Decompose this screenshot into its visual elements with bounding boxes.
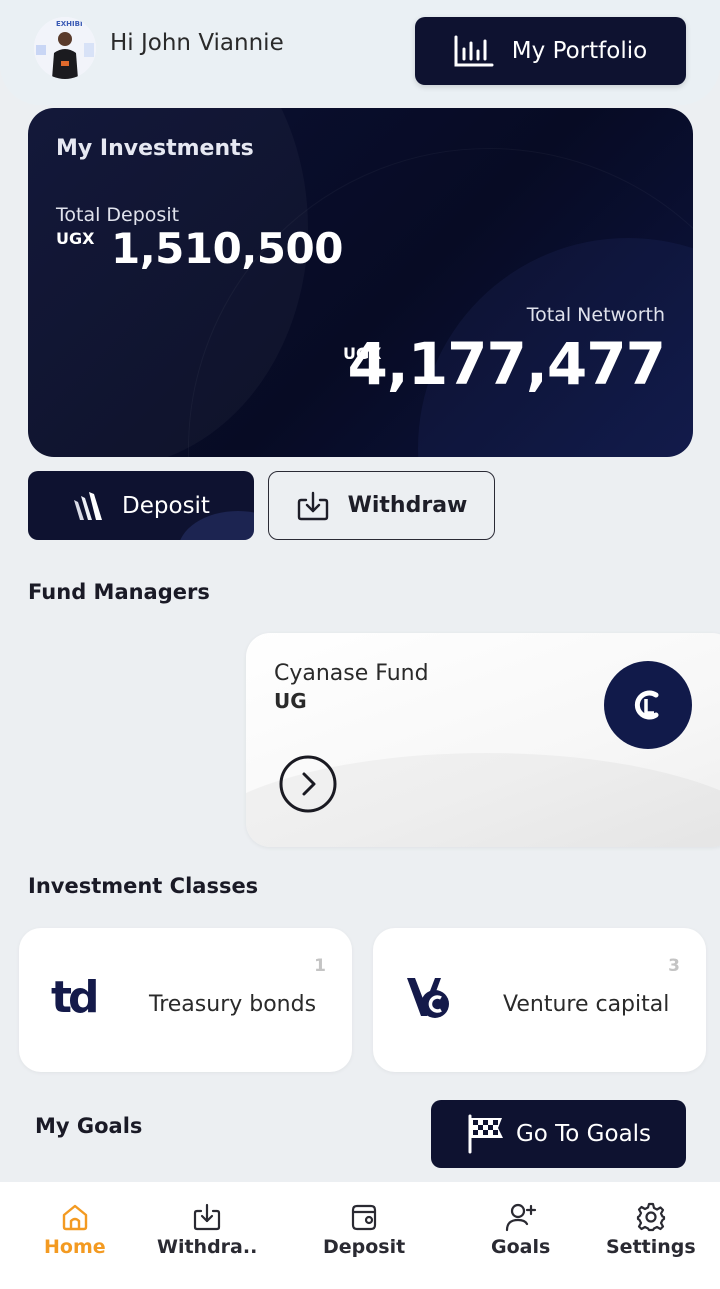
class-count: 3 <box>668 956 680 976</box>
class-name: Venture capital <box>503 992 670 1017</box>
my-goals-title: My Goals <box>35 1114 143 1138</box>
fund-manager-card[interactable]: Cyanase Fund UG <box>246 633 720 847</box>
nav-home[interactable]: Home <box>44 1202 106 1258</box>
fund-country: UG <box>274 689 307 713</box>
nav-goals-label: Goals <box>491 1236 551 1258</box>
nav-home-label: Home <box>44 1236 106 1258</box>
gear-icon <box>636 1202 665 1232</box>
nav-withdraw-label: Withdra.. <box>157 1236 258 1258</box>
checkered-flag-icon <box>468 1114 503 1154</box>
fund-managers-title: Fund Managers <box>28 580 210 604</box>
wealth-logo-icon <box>74 491 103 520</box>
total-deposit-value: 1,510,500 <box>111 224 343 273</box>
class-card-treasury-bonds[interactable]: td 1 Treasury bonds <box>19 928 352 1072</box>
nav-deposit[interactable]: Deposit <box>323 1202 405 1258</box>
avatar-banner-text: EXHIBI <box>56 20 83 28</box>
total-networth-label: Total Networth <box>526 304 665 326</box>
treasury-bonds-logo-icon: td <box>51 972 101 1024</box>
treasury-logo-text: td <box>51 972 96 1020</box>
class-count: 1 <box>314 956 326 976</box>
venture-capital-logo-icon <box>405 974 457 1024</box>
wallet-icon <box>352 1204 377 1231</box>
nav-deposit-label: Deposit <box>323 1236 406 1258</box>
class-name: Treasury bonds <box>149 992 317 1017</box>
withdraw-label: Withdraw <box>347 493 468 518</box>
total-deposit-label: Total Deposit <box>56 204 180 226</box>
avatar[interactable]: EXHIBI <box>34 17 96 79</box>
withdraw-button[interactable]: Withdraw <box>268 471 495 540</box>
nav-goals[interactable]: Goals <box>491 1202 550 1258</box>
my-portfolio-label: My Portfolio <box>511 38 648 64</box>
class-card-venture-capital[interactable]: 3 Venture capital <box>373 928 706 1072</box>
bar-chart-icon <box>454 35 494 67</box>
go-to-goals-label: Go To Goals <box>515 1121 652 1147</box>
investments-card: My Investments Total Deposit UGX 1,510,5… <box>28 108 693 457</box>
withdraw-icon <box>194 1203 221 1231</box>
investments-title: My Investments <box>56 136 254 161</box>
user-plus-icon <box>505 1203 536 1232</box>
deposit-button[interactable]: Deposit <box>28 471 254 540</box>
total-networth-value: 4,177,477 <box>347 330 666 398</box>
total-deposit-currency: UGX <box>56 229 95 248</box>
home-icon <box>62 1204 88 1231</box>
fund-name: Cyanase Fund <box>274 661 429 686</box>
cyanase-logo-icon <box>604 661 692 749</box>
my-portfolio-button[interactable]: My Portfolio <box>415 17 686 85</box>
withdraw-icon <box>297 491 328 520</box>
investment-classes-title: Investment Classes <box>28 874 259 898</box>
nav-settings-label: Settings <box>606 1236 696 1258</box>
chevron-right-circle-icon[interactable] <box>279 755 337 813</box>
bottom-navigation: Home Withdra.. Deposit Goals Settings <box>0 1182 720 1289</box>
nav-withdraw[interactable]: Withdra.. <box>157 1202 257 1258</box>
deposit-label: Deposit <box>122 492 210 519</box>
nav-settings[interactable]: Settings <box>606 1202 696 1258</box>
greeting-text: Hi John Viannie <box>110 30 284 56</box>
go-to-goals-button[interactable]: Go To Goals <box>431 1100 686 1168</box>
